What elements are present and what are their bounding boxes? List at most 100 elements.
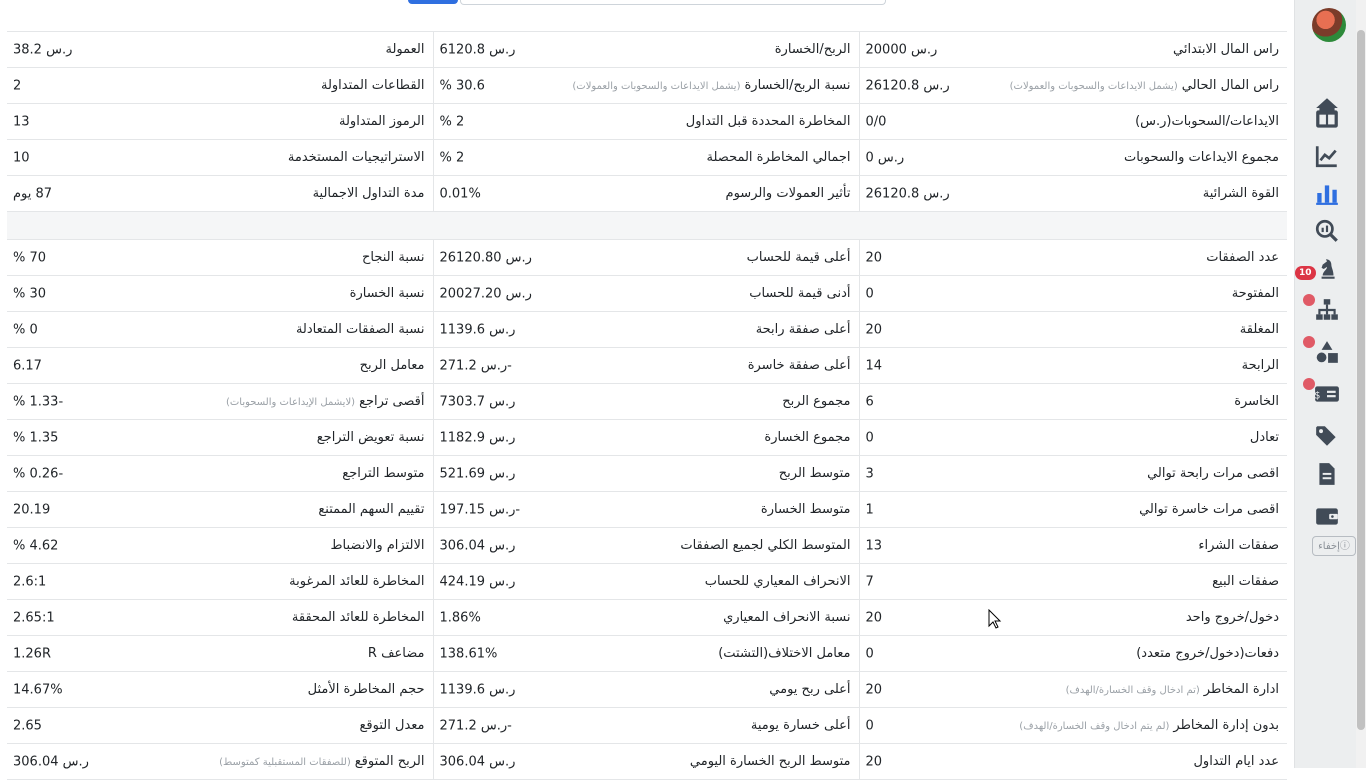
stats-cell: دفعات(دخول/خروج متعدد) 0	[858, 635, 1287, 672]
stat-label: راس المال الابتدائي	[1173, 42, 1279, 57]
stat-label: مجموع الربح	[782, 394, 851, 409]
stat-label: مضاعف R	[367, 646, 425, 661]
stat-value: ر.س 1139.6	[439, 322, 516, 337]
stats-cell: بدون إدارة المخاطر(لم يتم ادخال وقف الخس…	[858, 707, 1287, 744]
sitemap-icon[interactable]	[1314, 297, 1340, 323]
stats-cell: نسبة النجاح 70 %	[7, 239, 433, 276]
stat-value: 1	[865, 502, 874, 517]
stat-label: دفعات(دخول/خروج متعدد)	[1136, 646, 1279, 661]
stats-cell: صفقات البيع 7	[858, 563, 1287, 600]
stats-cell: اقصى مرات خاسرة توالي 1	[858, 491, 1287, 528]
tags-icon[interactable]	[1314, 423, 1340, 449]
stat-label: صفقات البيع	[1212, 574, 1279, 589]
stats-cell: صفقات الشراء 13	[858, 527, 1287, 564]
stats-row: دخول/خروج واحد 20 نسبة الانحراف المعياري 1.…	[7, 599, 1287, 636]
stats-cell: أعلى صفقة خاسرة -ر.س 271.2	[432, 347, 859, 384]
stat-label: عدد الصفقات	[1206, 250, 1279, 265]
stats-cell: عدد ايام التداول 20	[858, 743, 1287, 780]
summary-row: القوة الشرائية ر.س 26120.8 تأثير العمولات …	[7, 175, 1287, 212]
stat-label: نسبة تعويض التراجع	[316, 430, 425, 445]
magnify-chart-icon[interactable]	[1314, 218, 1340, 244]
chess-knight-icon[interactable]	[1314, 256, 1340, 282]
stat-label: بدون إدارة المخاطر	[1173, 718, 1279, 733]
stat-label: اقصى مرات رابحة توالي	[1147, 466, 1279, 481]
stats-row: صفقات الشراء 13 المتوسط الكلي لجميع الصفقا…	[7, 527, 1287, 564]
stats-row: المغلقة 20 أعلى صفقة رابحة ر.س 1139.6 نسبة ا…	[7, 311, 1287, 348]
stats-cell: تعادل 0	[858, 419, 1287, 456]
stat-label: الخاسرة	[1234, 394, 1279, 409]
stat-value: 138.61%	[439, 646, 498, 661]
stats-cell: عدد الصفقات 20	[858, 239, 1287, 276]
stat-label: المخاطرة للعائد المرغوبة	[289, 574, 425, 589]
money-check-icon[interactable]: $	[1314, 381, 1340, 407]
summary-cell: تأثير العمولات والرسوم 0.01%	[432, 175, 859, 212]
stat-label: العمولة	[385, 42, 425, 57]
stat-label: متوسط التراجع	[342, 466, 425, 481]
summary-cell: الرموز المتداولة 13	[7, 103, 433, 140]
stat-label: أقصى تراجع	[359, 394, 425, 409]
stat-value: -ر.س 271.2	[439, 718, 512, 733]
stat-value: 2.65:1	[13, 610, 55, 625]
summary-cell: راس المال الابتدائي ر.س 20000	[858, 31, 1287, 68]
summary-cell: اجمالي المخاطرة المحصلة 2 %	[432, 139, 859, 176]
stat-value: 1.86%	[439, 610, 481, 625]
stats-cell: مضاعف R 1.26R	[7, 635, 433, 672]
stat-label: المتوسط الكلي لجميع الصفقات	[680, 538, 851, 553]
stats-row: عدد ايام التداول 20 متوسط الربح الخسارة ال…	[7, 743, 1287, 780]
summary-cell: القوة الشرائية ر.س 26120.8	[858, 175, 1287, 212]
stat-note: (يشمل الايداعات والسحوبات والعمولات)	[1009, 81, 1178, 92]
stat-value: 87 يوم	[13, 186, 53, 201]
stat-value: 30.6 %	[439, 78, 485, 93]
stat-value: 6	[865, 394, 874, 409]
stats-cell: الالتزام والانضباط 4.62 %	[7, 527, 433, 564]
stats-cell: معدل التوقع 2.65	[7, 707, 433, 744]
stat-label: راس المال الحالي	[1181, 78, 1279, 93]
stat-value: 2 %	[439, 150, 465, 165]
shapes-icon[interactable]	[1314, 339, 1340, 365]
primary-button[interactable]	[408, 0, 458, 4]
stat-value: ر.س 7303.7	[439, 394, 516, 409]
stats-cell: المتوسط الكلي لجميع الصفقات ر.س 306.04	[432, 527, 859, 564]
summary-cell: الربح/الخسارة ر.س 6120.8	[432, 31, 859, 68]
stat-label: الرموز المتداولة	[339, 114, 425, 129]
columns-icon[interactable]	[1314, 106, 1340, 132]
summary-table: راس المال الابتدائي ر.س 20000 الربح/الخسار…	[7, 31, 1287, 212]
stat-value: ر.س 20027.20	[439, 286, 532, 301]
stats-cell: معامل الاختلاف(التشتت) 138.61%	[432, 635, 859, 672]
summary-cell: مجموع الايداعات والسحوبات ر.س 0	[858, 139, 1287, 176]
hide-sidebar-button[interactable]: ⓘإخفاء	[1312, 536, 1356, 556]
wallet-icon[interactable]	[1314, 503, 1340, 529]
stats-cell: اقصى مرات رابحة توالي 3	[858, 455, 1287, 492]
stat-value: 2.6:1	[13, 574, 47, 589]
stat-label: دخول/خروج واحد	[1185, 610, 1279, 625]
statistics-table: عدد الصفقات 20 أعلى قيمة للحساب ر.س 26120.8…	[7, 239, 1287, 780]
stat-label: تأثير العمولات والرسوم	[725, 186, 851, 201]
stat-label: الالتزام والانضباط	[330, 538, 425, 553]
bar-chart-icon[interactable]	[1314, 180, 1340, 206]
file-icon[interactable]	[1314, 461, 1340, 487]
stat-value: 2 %	[439, 114, 465, 129]
stat-label: نسبة الربح/الخسارة	[744, 78, 851, 93]
stat-value: ر.س 26120.8	[865, 78, 950, 93]
stat-value: 0	[865, 646, 874, 661]
line-chart-icon[interactable]	[1314, 143, 1340, 169]
summary-row: مجموع الايداعات والسحوبات ر.س 0 اجمالي الم…	[7, 139, 1287, 176]
stat-value: ر.س 38.2	[13, 42, 73, 57]
scrollbar-thumb[interactable]	[1357, 30, 1365, 730]
stat-label: نسبة الانحراف المعياري	[723, 610, 851, 625]
stats-row: الرابحة 14 أعلى صفقة خاسرة -ر.س 271.2 معامل …	[7, 347, 1287, 384]
stat-value: ر.س 1182.9	[439, 430, 516, 445]
stat-label: معامل الربح	[359, 358, 425, 373]
stat-value: 0	[865, 286, 874, 301]
scrollbar[interactable]	[1356, 0, 1366, 768]
stat-value: ر.س 521.69	[439, 466, 516, 481]
summary-cell: الايداعات/السحوبات(ر.س) 0/0	[858, 103, 1287, 140]
avatar[interactable]	[1312, 8, 1346, 42]
summary-cell: المخاطرة المحددة قبل التداول 2 %	[432, 103, 859, 140]
stat-value: 4.62 %	[13, 538, 59, 553]
search-input[interactable]	[460, 0, 886, 5]
stats-cell: أعلى خسارة يومية -ر.س 271.2	[432, 707, 859, 744]
stat-value: 0	[865, 718, 874, 733]
stats-cell: أعلى صفقة رابحة ر.س 1139.6	[432, 311, 859, 348]
stats-cell: أعلى ربح يومي ر.س 1139.6	[432, 671, 859, 708]
